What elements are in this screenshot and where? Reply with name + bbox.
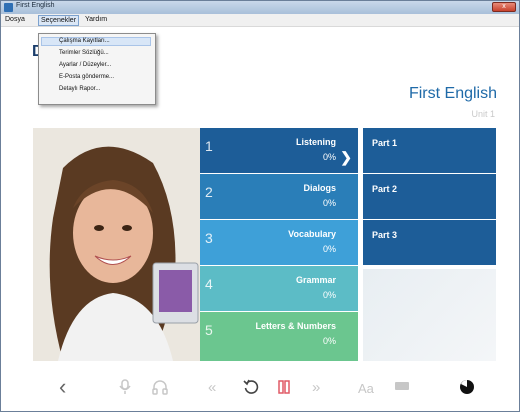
part-1[interactable]: Part 1: [363, 128, 496, 173]
part-label: Part 1: [372, 138, 398, 148]
app-icon: [4, 3, 13, 12]
girl-illustration: [33, 128, 200, 361]
window-title: First English: [16, 2, 55, 9]
forward-icon[interactable]: »: [312, 379, 320, 396]
module-name: Dialogs: [303, 183, 336, 193]
module-progress: 0%: [322, 152, 336, 162]
subtitles-icon[interactable]: [395, 379, 409, 396]
menu-secenekler[interactable]: Seçenekler: [38, 15, 80, 26]
microphone-icon[interactable]: [119, 379, 131, 399]
app-window: First English x Dosya Seçenekler Yardım …: [0, 0, 520, 412]
dropdown-item-calisma-kayitlari[interactable]: Çalışma Kayıtları...: [59, 38, 110, 44]
dropdown-item-ayarlar[interactable]: Ayarlar / Düzeyler...: [59, 62, 111, 68]
module-progress: 0%: [322, 244, 336, 254]
part-2[interactable]: Part 2: [363, 174, 496, 219]
replay-icon[interactable]: [243, 379, 259, 399]
close-button[interactable]: x: [492, 2, 516, 12]
bottom-toolbar: ‹ « » Aa: [1, 369, 519, 409]
module-name: Letters & Numbers: [255, 321, 336, 331]
module-listening[interactable]: 1 Listening 0% ❯: [200, 128, 358, 173]
dropdown-item-eposta[interactable]: E-Posta gönderme...: [59, 74, 114, 80]
font-size-icon[interactable]: Aa: [358, 381, 374, 396]
module-name: Grammar: [295, 275, 336, 285]
module-number: 4: [205, 276, 213, 292]
module-number: 3: [205, 230, 213, 246]
pause-icon[interactable]: [277, 379, 291, 399]
menu-bar: Dosya Seçenekler Yardım: [1, 14, 519, 27]
module-name: Vocabulary: [288, 229, 336, 239]
chevron-right-icon: ❯: [340, 149, 352, 165]
empty-part-area: [363, 269, 496, 361]
part-3[interactable]: Part 3: [363, 220, 496, 265]
module-number: 2: [205, 184, 213, 200]
back-icon[interactable]: ‹: [59, 374, 66, 400]
part-label: Part 3: [372, 230, 398, 240]
module-grammar[interactable]: 4 Grammar 0%: [200, 266, 358, 311]
unit-label: Unit 1: [471, 109, 495, 119]
title-bar[interactable]: First English x: [1, 1, 519, 14]
module-progress: 0%: [322, 290, 336, 300]
student-photo: [33, 128, 200, 361]
module-progress: 0%: [322, 336, 336, 346]
module-number: 5: [205, 322, 213, 338]
rewind-icon[interactable]: «: [208, 379, 216, 396]
module-vocabulary[interactable]: 3 Vocabulary 0%: [200, 220, 358, 265]
secenekler-dropdown: Çalışma Kayıtları... Terimler Sözlüğü...…: [38, 33, 156, 105]
module-number: 1: [205, 138, 213, 154]
menu-yardim[interactable]: Yardım: [83, 15, 109, 24]
module-name: Listening: [296, 137, 336, 147]
dropdown-item-detayli-rapor[interactable]: Detaylı Rapor...: [59, 86, 100, 92]
dropdown-item-terimler-sozlugu[interactable]: Terimler Sözlüğü...: [59, 50, 109, 56]
progress-pie-icon[interactable]: [459, 379, 475, 399]
module-dialogs[interactable]: 2 Dialogs 0%: [200, 174, 358, 219]
menu-dosya[interactable]: Dosya: [3, 15, 27, 24]
course-title: First English: [408, 85, 497, 102]
module-progress: 0%: [322, 198, 336, 208]
part-label: Part 2: [372, 184, 398, 194]
headphones-icon[interactable]: [152, 379, 168, 399]
module-letters-numbers[interactable]: 5 Letters & Numbers 0%: [200, 312, 358, 361]
